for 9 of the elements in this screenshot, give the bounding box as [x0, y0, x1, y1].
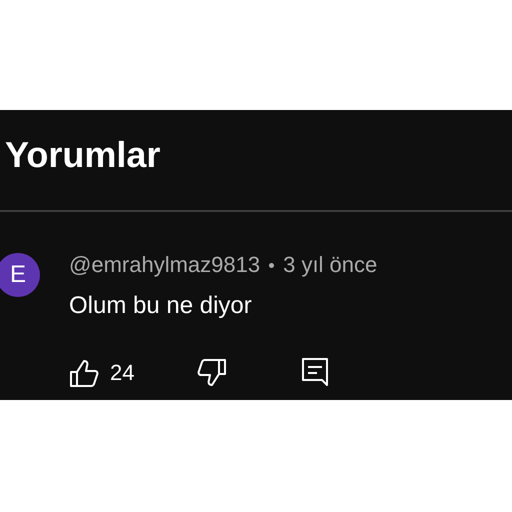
- reply-icon[interactable]: [302, 358, 328, 388]
- comment-text: Olum bu ne diyor: [69, 294, 252, 318]
- comment-author[interactable]: @emrahylmaz9813: [69, 254, 260, 276]
- thumbs-down-icon[interactable]: [197, 359, 228, 387]
- section-title: Yorumlar: [4, 133, 160, 177]
- comment-time: 3 yıl önce: [283, 254, 378, 276]
- avatar[interactable]: E: [0, 253, 40, 297]
- thumbs-up-icon[interactable]: [69, 359, 99, 387]
- like-count: 24: [110, 362, 134, 384]
